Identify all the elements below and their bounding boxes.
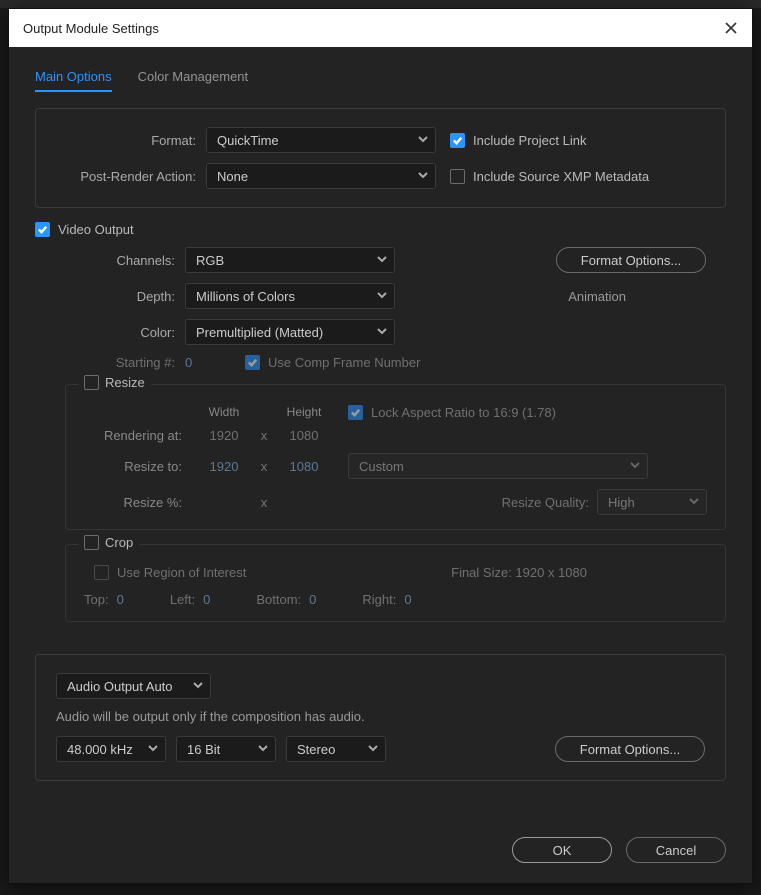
rendering-width: 1920 [194, 428, 254, 443]
audio-output-mode-value: Audio Output Auto [67, 679, 173, 694]
chevron-down-icon [367, 742, 379, 757]
resize-to-label: Resize to: [84, 459, 194, 474]
resize-preset-value: Custom [359, 459, 404, 474]
audio-channels-select[interactable]: Stereo [286, 736, 386, 762]
dialog-button-bar: OK Cancel [512, 837, 726, 863]
post-render-label: Post-Render Action: [56, 169, 206, 184]
crop-right-label: Right: [362, 592, 396, 607]
audio-output-mode-select[interactable]: Audio Output Auto [56, 673, 211, 699]
use-comp-frame-label: Use Comp Frame Number [268, 355, 420, 370]
codec-label: Animation [568, 289, 626, 304]
crop-bottom-label: Bottom: [256, 592, 301, 607]
resize-quality-label: Resize Quality: [502, 495, 589, 510]
cancel-button[interactable]: Cancel [626, 837, 726, 863]
starting-value: 0 [185, 355, 225, 370]
resize-width: 1920 [210, 459, 239, 474]
crop-panel: Crop Use Region of Interest Final Size: … [65, 544, 726, 622]
color-select-value: Premultiplied (Matted) [196, 325, 323, 340]
roi-label: Use Region of Interest [117, 565, 246, 580]
crop-label: Crop [105, 535, 133, 550]
depth-select[interactable]: Millions of Colors [185, 283, 395, 309]
color-select[interactable]: Premultiplied (Matted) [185, 319, 395, 345]
chevron-down-icon [376, 325, 388, 340]
include-xmp-label: Include Source XMP Metadata [473, 169, 649, 184]
depth-label: Depth: [35, 289, 185, 304]
resize-panel: Resize Width Height Lock Aspect Ratio to… [65, 384, 726, 530]
include-project-link-checkbox[interactable] [450, 133, 465, 148]
chevron-down-icon [688, 495, 700, 510]
starting-label: Starting #: [35, 355, 185, 370]
audio-panel: Audio Output Auto Audio will be output o… [35, 654, 726, 781]
crop-bottom-value: 0 [309, 592, 316, 607]
depth-select-value: Millions of Colors [196, 289, 295, 304]
width-header: Width [194, 405, 254, 420]
dialog-titlebar: Output Module Settings [9, 9, 752, 47]
crop-checkbox[interactable] [84, 535, 99, 550]
chevron-down-icon [147, 742, 159, 757]
output-module-settings-dialog: Output Module Settings Main Options Colo… [8, 8, 753, 884]
channels-select-value: RGB [196, 253, 224, 268]
chevron-down-icon [192, 679, 204, 694]
rendering-height: 1080 [274, 428, 334, 443]
resize-quality-select: High [597, 489, 707, 515]
roi-checkbox [94, 565, 109, 580]
close-icon[interactable] [724, 21, 738, 35]
tab-main-options[interactable]: Main Options [35, 69, 112, 92]
video-output-checkbox[interactable] [35, 222, 50, 237]
lock-aspect-label: Lock Aspect Ratio to 16:9 (1.78) [371, 405, 556, 420]
video-output-label: Video Output [58, 222, 134, 237]
audio-format-options-button[interactable]: Format Options... [555, 736, 705, 762]
resize-checkbox[interactable] [84, 375, 99, 390]
chevron-down-icon [376, 253, 388, 268]
channels-label: Channels: [35, 253, 185, 268]
crop-top-value: 0 [117, 592, 124, 607]
format-panel: Format: QuickTime Include Project Link P… [35, 108, 726, 208]
dialog-title: Output Module Settings [23, 21, 159, 36]
lock-aspect-checkbox [348, 405, 363, 420]
resize-height: 1080 [290, 459, 319, 474]
resize-preset-select: Custom [348, 453, 648, 479]
channels-select[interactable]: RGB [185, 247, 395, 273]
include-project-link-label: Include Project Link [473, 133, 586, 148]
resize-label: Resize [105, 375, 145, 390]
color-label: Color: [35, 325, 185, 340]
tab-color-management[interactable]: Color Management [138, 69, 249, 92]
audio-rate-select[interactable]: 48.000 kHz [56, 736, 166, 762]
chevron-down-icon [417, 133, 429, 148]
tab-bar: Main Options Color Management [35, 69, 726, 92]
dialog-content: Main Options Color Management Format: Qu… [9, 47, 752, 811]
audio-rate-value: 48.000 kHz [67, 742, 133, 757]
include-xmp-checkbox[interactable] [450, 169, 465, 184]
format-select[interactable]: QuickTime [206, 127, 436, 153]
background-app-toolbar [0, 0, 761, 8]
chevron-down-icon [417, 169, 429, 184]
format-label: Format: [56, 133, 206, 148]
format-select-value: QuickTime [217, 133, 279, 148]
resize-pct-label: Resize %: [84, 495, 194, 510]
ok-button[interactable]: OK [512, 837, 612, 863]
post-render-select-value: None [217, 169, 248, 184]
audio-bits-select[interactable]: 16 Bit [176, 736, 276, 762]
use-comp-frame-checkbox [245, 355, 260, 370]
rendering-at-label: Rendering at: [84, 428, 194, 443]
crop-top-label: Top: [84, 592, 109, 607]
audio-channels-value: Stereo [297, 742, 335, 757]
chevron-down-icon [629, 459, 641, 474]
chevron-down-icon [376, 289, 388, 304]
video-output-panel: Video Output Channels: RGB Format Option… [35, 222, 726, 640]
height-header: Height [274, 405, 334, 420]
crop-left-label: Left: [170, 592, 195, 607]
audio-bits-value: 16 Bit [187, 742, 220, 757]
crop-right-value: 0 [404, 592, 411, 607]
chevron-down-icon [257, 742, 269, 757]
video-format-options-button[interactable]: Format Options... [556, 247, 706, 273]
final-size: Final Size: 1920 x 1080 [451, 565, 587, 580]
crop-left-value: 0 [203, 592, 210, 607]
resize-quality-value: High [608, 495, 635, 510]
post-render-select[interactable]: None [206, 163, 436, 189]
audio-note: Audio will be output only if the composi… [56, 709, 705, 724]
